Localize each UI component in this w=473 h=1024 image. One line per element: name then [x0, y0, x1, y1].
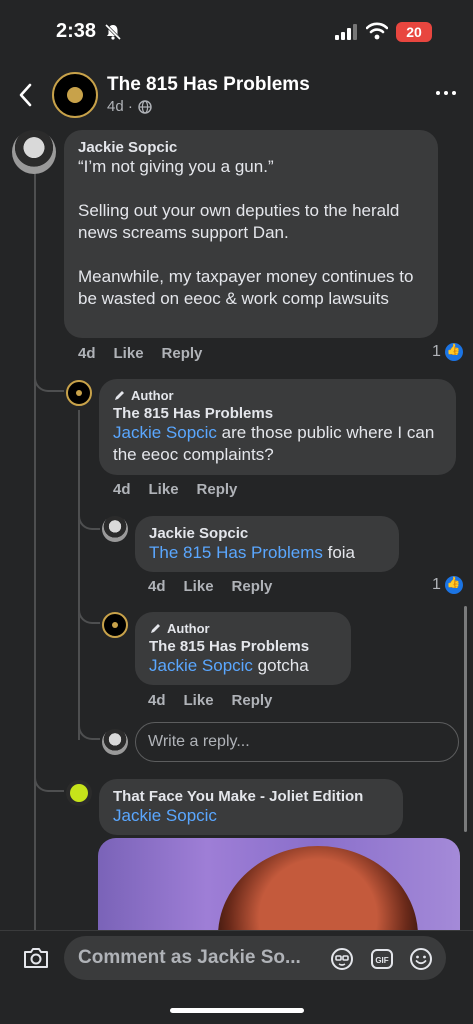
- like-count[interactable]: 1: [432, 343, 463, 361]
- emoji-icon[interactable]: [409, 947, 433, 971]
- more-icon[interactable]: [434, 82, 458, 106]
- reply-button[interactable]: Reply: [162, 345, 203, 362]
- avatar[interactable]: [12, 130, 56, 174]
- comment-author[interactable]: That Face You Make - Joliet Edition: [113, 788, 389, 805]
- camera-icon[interactable]: [22, 946, 50, 970]
- comment-text: Jackie Sopcic are those public where I c…: [113, 422, 442, 466]
- comment-body: gotcha: [252, 656, 309, 675]
- home-indicator: [170, 1008, 304, 1013]
- gif-icon[interactable]: GIF: [370, 947, 394, 971]
- status-bar: 2:38 20: [0, 0, 473, 62]
- like-button[interactable]: Like: [184, 578, 214, 595]
- globe-icon: [138, 100, 152, 114]
- reply-button[interactable]: Reply: [232, 578, 273, 595]
- pencil-icon: [151, 624, 160, 633]
- comment-actions: 4d Like Reply: [148, 692, 272, 709]
- author-badge-label: Author: [131, 388, 174, 403]
- mention-link[interactable]: Jackie Sopcic: [113, 806, 217, 825]
- thread-branch: [34, 766, 64, 792]
- avatar[interactable]: [66, 380, 92, 406]
- avatar[interactable]: [102, 516, 128, 542]
- thread-line: [78, 410, 80, 740]
- comment-actions: 4d Like Reply: [78, 345, 202, 362]
- comment-bubble: Author The 815 Has Problems Jackie Sopci…: [135, 612, 351, 685]
- thread-line: [34, 172, 36, 930]
- comment-age: 4d: [148, 692, 166, 709]
- like-icon: [444, 343, 463, 361]
- thread-branch: [78, 718, 100, 740]
- avatar-sticker-icon[interactable]: [330, 947, 354, 971]
- comment-text: Jackie Sopcic: [113, 805, 389, 827]
- like-button[interactable]: Like: [114, 345, 144, 362]
- svg-text:GIF: GIF: [375, 956, 388, 965]
- scrollbar[interactable]: [464, 606, 467, 832]
- comment-age: 4d: [78, 345, 96, 362]
- comment-author[interactable]: The 815 Has Problems: [149, 638, 337, 655]
- reply-button[interactable]: Reply: [197, 481, 238, 498]
- comment-text: “I’m not giving you a gun.” Selling out …: [78, 157, 414, 308]
- status-time: 2:38: [56, 20, 97, 42]
- comment-author[interactable]: Jackie Sopcic: [78, 139, 424, 156]
- mention-link[interactable]: The 815 Has Problems: [149, 543, 323, 562]
- comment-text: Jackie Sopcic gotcha: [149, 655, 337, 677]
- signal-icon: [335, 24, 357, 40]
- thread-branch: [78, 508, 100, 530]
- battery-indicator: 20: [396, 22, 432, 42]
- comment-bubble: Jackie Sopcic “I’m not giving you a gun.…: [64, 130, 438, 338]
- mention-link[interactable]: Jackie Sopcic: [149, 656, 253, 675]
- comment-author[interactable]: Jackie Sopcic: [149, 525, 385, 542]
- wifi-icon: [366, 22, 388, 40]
- comment-actions: 4d Like Reply: [148, 578, 272, 595]
- mention-link[interactable]: Jackie Sopcic: [113, 423, 217, 442]
- post-meta: 4d ·: [107, 98, 133, 115]
- thread-branch: [78, 604, 100, 624]
- page-title[interactable]: The 815 Has Problems: [107, 74, 310, 96]
- reply-button[interactable]: Reply: [232, 692, 273, 709]
- avatar[interactable]: [102, 612, 128, 638]
- comment-age: 4d: [113, 481, 131, 498]
- comment-actions: 4d Like Reply: [113, 481, 237, 498]
- comment-bubble: Author The 815 Has Problems Jackie Sopci…: [99, 379, 456, 475]
- comment-bubble: That Face You Make - Joliet Edition Jack…: [99, 779, 403, 835]
- comment-age: 4d: [148, 578, 166, 595]
- comment-input-placeholder: Comment as Jackie So...: [78, 947, 301, 968]
- author-badge: Author: [113, 388, 442, 403]
- like-count-value: 1: [432, 343, 441, 360]
- reply-input[interactable]: Write a reply...: [135, 722, 459, 762]
- bell-slash-icon: [104, 23, 122, 41]
- comment-body: foia: [322, 543, 356, 562]
- page-avatar[interactable]: [52, 72, 98, 118]
- like-count-value: 1: [432, 576, 441, 593]
- comment-text: The 815 Has Problems foia: [149, 542, 385, 564]
- author-badge-label: Author: [167, 621, 210, 636]
- avatar[interactable]: [66, 780, 92, 806]
- post-header: The 815 Has Problems 4d ·: [0, 62, 473, 132]
- like-button[interactable]: Like: [149, 481, 179, 498]
- like-count[interactable]: 1: [432, 576, 463, 594]
- author-badge: Author: [149, 621, 337, 636]
- comment-author[interactable]: The 815 Has Problems: [113, 405, 442, 422]
- comment-image[interactable]: [98, 838, 460, 930]
- avatar: [102, 729, 128, 755]
- thread-branch: [34, 362, 64, 392]
- like-icon: [444, 576, 463, 594]
- comment-bubble: Jackie Sopcic The 815 Has Problems foia: [135, 516, 399, 572]
- like-button[interactable]: Like: [184, 692, 214, 709]
- back-icon[interactable]: [14, 80, 38, 110]
- pencil-icon: [115, 391, 124, 400]
